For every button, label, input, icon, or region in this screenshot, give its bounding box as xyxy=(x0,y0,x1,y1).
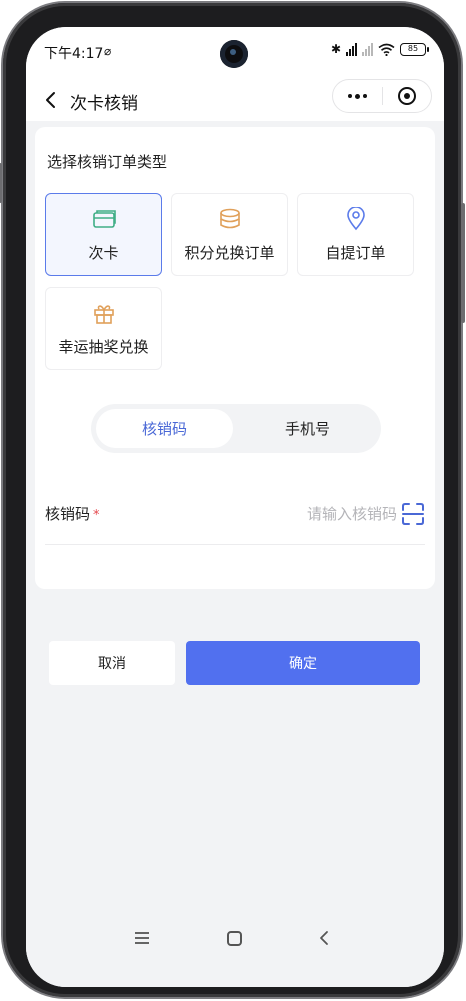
status-bar: 下午4:17 ⌀ ✱ 85 xyxy=(26,27,444,79)
menu-icon[interactable] xyxy=(122,925,162,951)
more-icon[interactable] xyxy=(333,80,382,112)
battery-icon: 85 xyxy=(400,42,429,56)
verification-card: 选择核销订单类型 次卡 积分兑换订单 自提订单 幸运抽奖兑换 核销码 手机号 核… xyxy=(35,127,435,589)
miniprogram-capsule xyxy=(332,79,432,113)
scan-icon[interactable] xyxy=(401,502,425,526)
close-miniprogram-icon[interactable] xyxy=(383,80,431,112)
location-pin-icon xyxy=(343,206,369,232)
page-title: 次卡核销 xyxy=(70,94,138,114)
screen: 下午4:17 ⌀ ✱ 85 次卡核销 选择核销订单类型 次卡 积分兑换订单 自提… xyxy=(26,27,444,987)
app-header: 次卡核销 xyxy=(26,79,444,121)
code-field-label-text: 核销码 xyxy=(45,505,91,523)
wifi-icon xyxy=(378,43,395,56)
verify-code-input[interactable] xyxy=(217,501,397,527)
phone-side-button xyxy=(461,203,465,323)
order-type-points[interactable]: 积分兑换订单 xyxy=(171,193,288,276)
code-field-label: 核销码 * xyxy=(45,503,100,524)
order-type-pickup[interactable]: 自提订单 xyxy=(297,193,414,276)
order-type-label: 次卡 xyxy=(88,244,119,262)
phone-frame: 下午4:17 ⌀ ✱ 85 次卡核销 选择核销订单类型 次卡 积分兑换订单 自提… xyxy=(0,3,465,997)
back-nav-icon[interactable] xyxy=(304,925,344,951)
home-icon[interactable] xyxy=(214,925,254,951)
front-camera xyxy=(220,40,248,68)
signal-icon xyxy=(346,42,357,56)
confirm-button[interactable]: 确定 xyxy=(186,641,420,685)
required-mark: * xyxy=(93,508,100,523)
gift-icon xyxy=(91,300,117,326)
coins-icon xyxy=(217,206,243,232)
order-type-label: 自提订单 xyxy=(325,244,386,262)
status-icons: ✱ 85 xyxy=(330,42,429,56)
verify-mode-switch: 核销码 手机号 xyxy=(91,404,381,453)
order-type-label: 积分兑换订单 xyxy=(184,244,275,262)
order-type-card[interactable]: 次卡 xyxy=(45,193,162,276)
order-type-lottery[interactable]: 幸运抽奖兑换 xyxy=(45,287,162,370)
signal-icon xyxy=(362,42,373,56)
status-time: 下午4:17 xyxy=(44,46,104,62)
bluetooth-icon: ✱ xyxy=(330,42,341,56)
card-icon xyxy=(91,206,117,232)
section-title: 选择核销订单类型 xyxy=(47,153,168,171)
order-type-label: 幸运抽奖兑换 xyxy=(58,338,149,356)
back-icon[interactable] xyxy=(36,85,66,115)
cancel-button[interactable]: 取消 xyxy=(49,641,175,685)
tab-verify-code[interactable]: 核销码 xyxy=(96,409,233,448)
code-field-row: 核销码 * xyxy=(45,491,425,545)
tab-phone-number[interactable]: 手机号 xyxy=(239,409,376,448)
phone-side-button xyxy=(0,163,2,203)
system-nav-bar xyxy=(26,911,444,987)
no-disturb-icon: ⌀ xyxy=(104,44,112,58)
